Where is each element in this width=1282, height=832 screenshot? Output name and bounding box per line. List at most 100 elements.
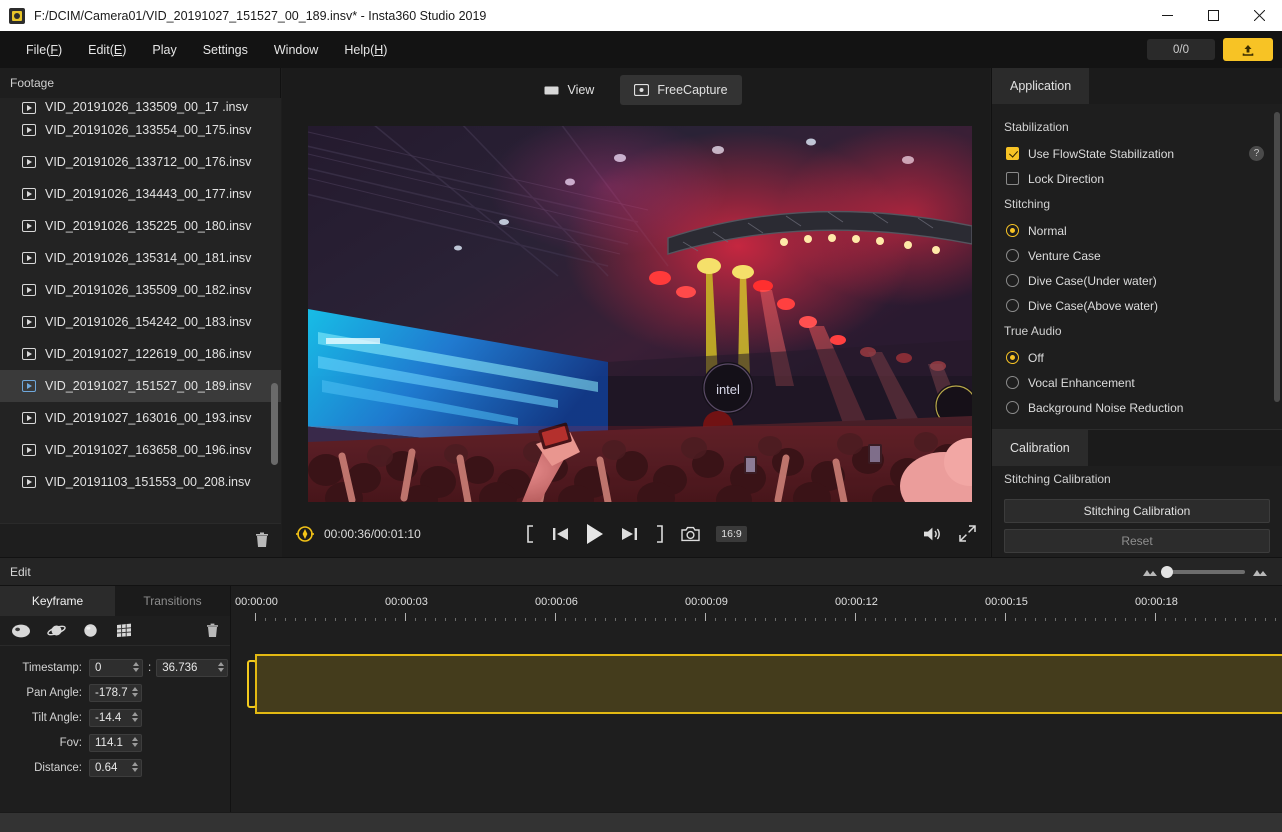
stepper-down-icon[interactable]: [132, 767, 138, 772]
stepper-up-icon[interactable]: [132, 686, 138, 691]
menu-edit[interactable]: Edit(E): [78, 39, 136, 61]
minimize-icon[interactable]: [1144, 0, 1190, 31]
option-flowstate[interactable]: Use FlowState Stabilization ?: [992, 141, 1282, 166]
video-canvas[interactable]: intel: [308, 126, 972, 502]
stepper-arrows[interactable]: [132, 736, 138, 747]
trash-icon[interactable]: [255, 532, 269, 553]
radio-audio-vocal[interactable]: [1006, 376, 1019, 389]
option-lock-direction[interactable]: Lock Direction: [992, 166, 1282, 191]
footage-scrollbar[interactable]: [271, 383, 278, 465]
tab-calibration[interactable]: Calibration: [992, 430, 1088, 466]
stepper-arrows[interactable]: [133, 661, 139, 672]
next-frame-icon[interactable]: [621, 526, 638, 542]
stepper-down-icon[interactable]: [133, 667, 139, 672]
list-item[interactable]: VID_20191026_133712_00_176.insv: [0, 146, 281, 178]
list-item[interactable]: VID_20191026_133509_00_17 .insv: [0, 98, 281, 114]
mark-out-icon[interactable]: [654, 524, 665, 543]
checkbox-flowstate[interactable]: [1006, 147, 1019, 160]
distance-input[interactable]: 0.64: [89, 758, 142, 777]
fullscreen-icon[interactable]: [959, 525, 976, 542]
stitching-calibration-button[interactable]: Stitching Calibration: [1004, 499, 1270, 523]
option-audio-vocal[interactable]: Vocal Enhancement: [992, 370, 1282, 395]
radio-audio-noise[interactable]: [1006, 401, 1019, 414]
zoom-slider-track[interactable]: [1161, 565, 1245, 578]
help-question-icon[interactable]: ?: [1249, 146, 1264, 161]
tab-application[interactable]: Application: [992, 68, 1090, 104]
tab-freecapture[interactable]: FreeCapture: [620, 75, 742, 105]
play-icon[interactable]: [585, 523, 605, 545]
menu-play[interactable]: Play: [142, 39, 186, 61]
timeline-clip[interactable]: [255, 654, 1282, 714]
stepper-down-icon[interactable]: [132, 742, 138, 747]
menu-file[interactable]: File(F): [16, 39, 72, 61]
option-stitch-normal[interactable]: Normal: [992, 218, 1282, 243]
list-item-selected[interactable]: VID_20191027_151527_00_189.insv: [0, 370, 281, 402]
pan-angle-input[interactable]: -178.7: [89, 683, 142, 702]
checkbox-lock-direction[interactable]: [1006, 172, 1019, 185]
tilt-angle-input[interactable]: -14.4: [89, 708, 142, 727]
stepper-down-icon[interactable]: [218, 667, 225, 672]
list-item[interactable]: VID_20191027_163016_00_193.insv: [0, 402, 281, 434]
list-item[interactable]: VID_20191026_135314_00_181.insv: [0, 242, 281, 274]
volume-icon[interactable]: [923, 526, 941, 542]
perspective-grid-icon[interactable]: [115, 623, 133, 638]
tab-keyframe[interactable]: Keyframe: [0, 586, 115, 616]
mark-in-icon[interactable]: [525, 524, 536, 543]
menu-window[interactable]: Window: [264, 39, 328, 61]
fisheye-view-icon[interactable]: [12, 623, 31, 638]
camera-snapshot-icon[interactable]: [681, 526, 700, 542]
radio-audio-off[interactable]: [1006, 351, 1019, 364]
option-stitch-dive-above[interactable]: Dive Case(Above water): [992, 293, 1282, 318]
timestamp-seconds-input[interactable]: 36.736: [156, 658, 229, 677]
radio-stitch-venture[interactable]: [1006, 249, 1019, 262]
stepper-up-icon[interactable]: [133, 661, 139, 666]
stepper-arrows[interactable]: [132, 711, 138, 722]
previous-frame-icon[interactable]: [552, 526, 569, 542]
timestamp-minutes-input[interactable]: 0: [89, 658, 143, 677]
trash-icon[interactable]: [206, 623, 219, 643]
aspect-ratio-button[interactable]: 16:9: [716, 525, 747, 542]
tab-view[interactable]: View: [530, 75, 608, 105]
timeline-zoom-slider[interactable]: [1142, 565, 1268, 578]
reset-button[interactable]: Reset: [1004, 529, 1270, 553]
option-stitch-dive-under[interactable]: Dive Case(Under water): [992, 268, 1282, 293]
menu-settings[interactable]: Settings: [193, 39, 258, 61]
list-item[interactable]: VID_20191026_135225_00_180.insv: [0, 210, 281, 242]
list-item[interactable]: VID_20191026_154242_00_183.insv: [0, 306, 281, 338]
stepper-up-icon[interactable]: [218, 661, 225, 666]
stepper-arrows[interactable]: [218, 661, 225, 672]
list-item[interactable]: VID_20191103_151553_00_208.insv: [0, 466, 281, 498]
list-item[interactable]: VID_20191027_163658_00_196.insv: [0, 434, 281, 466]
stepper-arrows[interactable]: [132, 686, 138, 697]
menu-help[interactable]: Help(H): [334, 39, 397, 61]
stepper-up-icon[interactable]: [132, 736, 138, 741]
option-audio-noise[interactable]: Background Noise Reduction: [992, 395, 1282, 420]
timeline-panel[interactable]: 00:00:00 00:00:03 00:00:06 00:00:09 00:0…: [232, 586, 1282, 812]
close-icon[interactable]: [1236, 0, 1282, 31]
list-item[interactable]: VID_20191027_122619_00_186.insv: [0, 338, 281, 370]
list-item[interactable]: VID_20191026_134443_00_177.insv: [0, 178, 281, 210]
stepper-down-icon[interactable]: [132, 692, 138, 697]
tab-transitions[interactable]: Transitions: [115, 586, 230, 616]
sphere-view-icon[interactable]: [82, 623, 99, 638]
stepper-arrows[interactable]: [132, 761, 138, 772]
planet-view-icon[interactable]: [47, 623, 66, 638]
export-button[interactable]: [1223, 38, 1273, 61]
zoom-out-icon[interactable]: [1142, 567, 1158, 577]
zoom-in-icon[interactable]: [1252, 567, 1268, 577]
stepper-up-icon[interactable]: [132, 711, 138, 716]
list-item[interactable]: VID_20191026_133554_00_175.insv: [0, 114, 281, 146]
radio-stitch-normal[interactable]: [1006, 224, 1019, 237]
radio-stitch-dive-under[interactable]: [1006, 274, 1019, 287]
fov-input[interactable]: 114.1: [89, 733, 142, 752]
radio-stitch-dive-above[interactable]: [1006, 299, 1019, 312]
stepper-down-icon[interactable]: [132, 717, 138, 722]
option-audio-off[interactable]: Off: [992, 345, 1282, 370]
footage-list[interactable]: VID_20191026_133509_00_17 .insv VID_2019…: [0, 98, 281, 523]
timeline-ruler[interactable]: 00:00:00 00:00:03 00:00:06 00:00:09 00:0…: [232, 586, 1282, 621]
settings-scrollbar[interactable]: [1274, 112, 1280, 402]
stepper-up-icon[interactable]: [132, 761, 138, 766]
list-item[interactable]: VID_20191026_135509_00_182.insv: [0, 274, 281, 306]
option-stitch-venture[interactable]: Venture Case: [992, 243, 1282, 268]
maximize-icon[interactable]: [1190, 0, 1236, 31]
